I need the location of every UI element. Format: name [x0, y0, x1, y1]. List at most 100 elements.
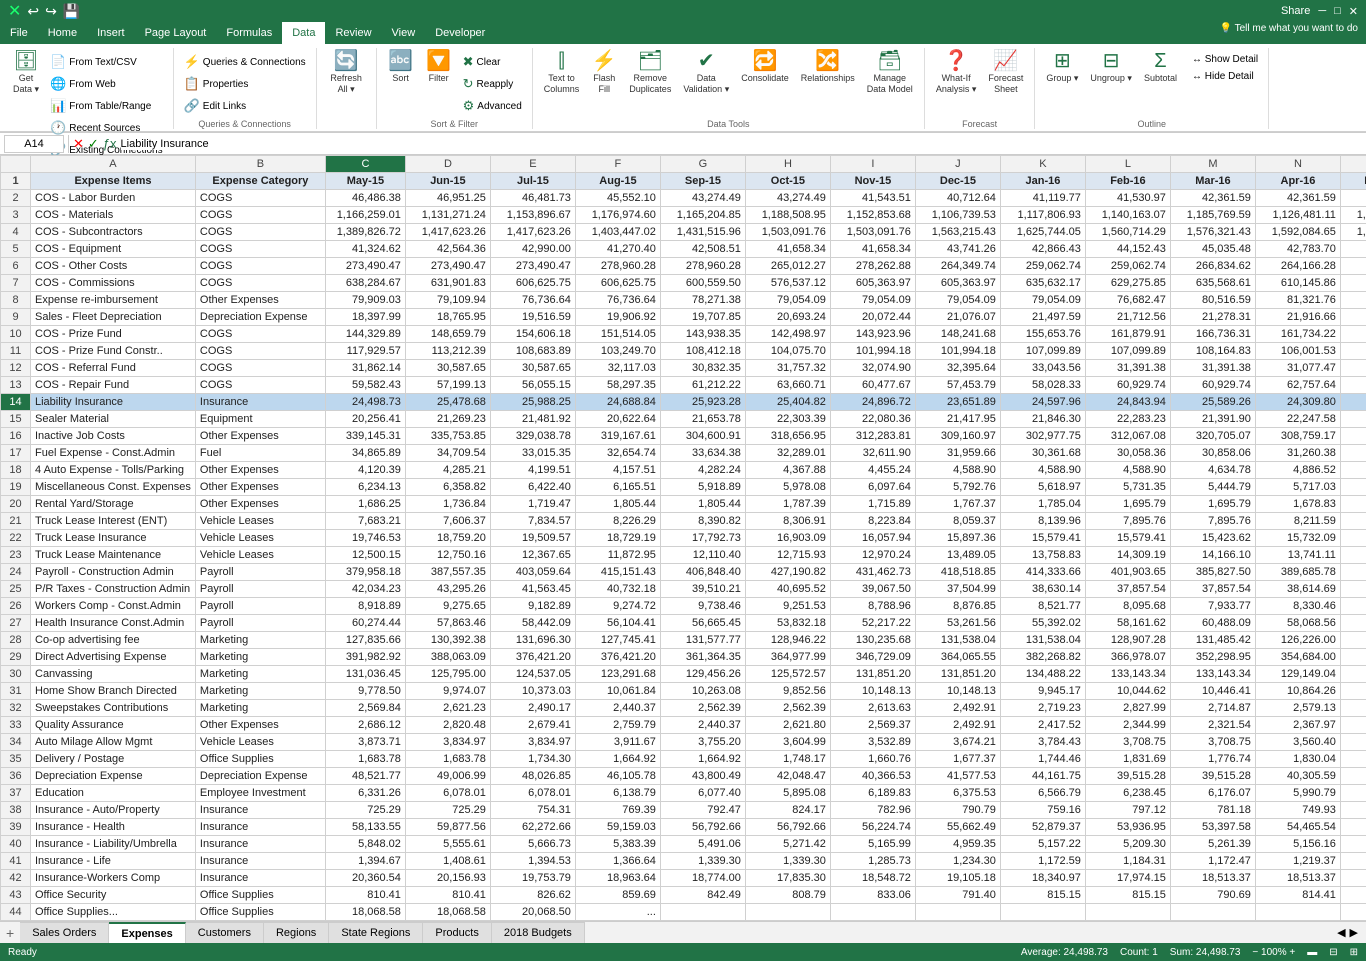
table-cell[interactable]: 781.18 — [1170, 802, 1255, 819]
table-cell[interactable]: 82,948.19 — [1340, 292, 1366, 309]
table-cell[interactable]: 40,366.53 — [830, 768, 915, 785]
table-cell[interactable]: 57,199.13 — [405, 377, 490, 394]
table-cell[interactable]: Oct-15 — [745, 173, 830, 190]
table-cell[interactable]: COGS — [195, 258, 325, 275]
table-cell[interactable]: 2,759.79 — [575, 717, 660, 734]
table-cell[interactable]: 256,241.29 — [1340, 258, 1366, 275]
table-cell[interactable]: 124,537.05 — [490, 666, 575, 683]
table-cell[interactable]: 131,577.77 — [660, 632, 745, 649]
table-cell[interactable]: Other Expenses — [195, 717, 325, 734]
table-cell[interactable]: 5,444.79 — [1170, 479, 1255, 496]
table-cell[interactable]: 40,305.59 — [1340, 768, 1366, 785]
table-cell[interactable]: Insurance - Life — [31, 853, 196, 870]
table-row[interactable]: 184 Auto Expense - Tolls/ParkingOther Ex… — [1, 462, 1366, 479]
table-cell[interactable]: Rental Yard/Storage — [31, 496, 196, 513]
table-cell[interactable]: 148,659.79 — [405, 326, 490, 343]
table-cell[interactable]: 2,440.37 — [660, 717, 745, 734]
table-cell[interactable]: Payroll — [195, 581, 325, 598]
table-cell[interactable]: 6,422.40 — [490, 479, 575, 496]
table-cell[interactable]: 19,906.92 — [575, 309, 660, 326]
table-cell[interactable]: 2,621.80 — [745, 717, 830, 734]
table-cell[interactable]: 1,776.74 — [1170, 751, 1255, 768]
table-cell[interactable]: 21,481.92 — [490, 411, 575, 428]
clear-button[interactable]: ✖ Clear — [459, 52, 526, 72]
table-cell[interactable]: 5,717.03 — [1255, 479, 1340, 496]
table-cell[interactable]: 8,918.89 — [325, 598, 405, 615]
table-cell[interactable]: 42,361.59 — [1170, 190, 1255, 207]
col-header-o[interactable]: O — [1340, 156, 1366, 173]
table-cell[interactable]: 24,498.73 — [325, 394, 405, 411]
table-cell[interactable]: 151,514.05 — [575, 326, 660, 343]
table-row[interactable]: 33Quality AssuranceOther Expenses2,686.1… — [1, 717, 1366, 734]
table-cell[interactable]: 21,391.90 — [1170, 411, 1255, 428]
table-cell[interactable]: 5,930.88 — [1340, 785, 1366, 802]
table-cell[interactable]: 7,895.76 — [1170, 513, 1255, 530]
remove-duplicates-button[interactable]: 🗂 RemoveDuplicates — [624, 48, 676, 98]
table-cell[interactable]: 23,651.89 — [915, 394, 1000, 411]
table-cell[interactable]: 8,223.84 — [830, 513, 915, 530]
table-cell[interactable]: 1,117,806.93 — [1000, 207, 1085, 224]
table-cell[interactable]: Truck Lease Interest (ENT) — [31, 513, 196, 530]
properties-button[interactable]: 📋 Properties — [180, 74, 310, 94]
table-cell[interactable]: 81,321.76 — [1255, 292, 1340, 309]
table-cell[interactable]: 2,569.37 — [830, 717, 915, 734]
table-cell[interactable]: 339,145.31 — [325, 428, 405, 445]
table-row[interactable]: 4COS - SubcontractorsCOGS1,389,826.721,4… — [1, 224, 1366, 241]
add-sheet-button[interactable]: + — [0, 925, 20, 941]
table-cell[interactable]: 792.47 — [660, 802, 745, 819]
table-cell[interactable]: Insurance-Workers Comp — [31, 870, 196, 887]
page-break-view-icon[interactable]: ⊞ — [1350, 947, 1358, 958]
table-cell[interactable]: 31,260.38 — [1255, 445, 1340, 462]
table-cell[interactable]: 1,394.53 — [490, 853, 575, 870]
table-cell[interactable]: 130,235.68 — [830, 632, 915, 649]
table-cell[interactable]: 631,901.83 — [405, 275, 490, 292]
table-cell[interactable]: 20,693.24 — [745, 309, 830, 326]
table-cell[interactable]: 12,500.15 — [325, 547, 405, 564]
table-cell[interactable]: 46,481.73 — [490, 190, 575, 207]
table-row[interactable]: 35Delivery / PostageOffice Supplies1,683… — [1, 751, 1366, 768]
table-cell[interactable]: 24,066.70 — [1340, 394, 1366, 411]
table-cell[interactable]: 4,634.78 — [1170, 462, 1255, 479]
table-cell[interactable]: 638,284.67 — [325, 275, 405, 292]
table-cell[interactable]: Payroll - Construction Admin — [31, 564, 196, 581]
table-row[interactable]: 28Co-op advertising feeMarketing127,835.… — [1, 632, 1366, 649]
table-cell[interactable]: 17,974.15 — [1085, 870, 1170, 887]
table-cell[interactable]: 56,792.66 — [745, 819, 830, 836]
col-header-e[interactable]: E — [490, 156, 575, 173]
table-cell[interactable]: 5,271.42 — [745, 836, 830, 853]
table-cell[interactable]: 5,618.97 — [1000, 479, 1085, 496]
table-cell[interactable]: 41,658.34 — [830, 241, 915, 258]
table-cell[interactable]: 58,442.09 — [490, 615, 575, 632]
table-cell[interactable]: 344,724.52 — [1340, 649, 1366, 666]
table-cell[interactable]: 43,274.49 — [660, 190, 745, 207]
table-cell[interactable]: 161,734.22 — [1255, 326, 1340, 343]
table-cell[interactable]: 293,321.21 — [1340, 428, 1366, 445]
table-cell[interactable]: 2,679.41 — [490, 717, 575, 734]
table-cell[interactable]: COGS — [195, 275, 325, 292]
table-cell[interactable]: 108,412.18 — [660, 343, 745, 360]
table-cell[interactable]: 22,303.39 — [745, 411, 830, 428]
table-cell[interactable]: 1,153,896.67 — [490, 207, 575, 224]
table-cell[interactable]: 5,310.85 — [1340, 836, 1366, 853]
table-cell[interactable]: 41,119.77 — [1000, 190, 1085, 207]
table-cell[interactable]: 1,683.78 — [405, 751, 490, 768]
table-cell[interactable]: 32,289.01 — [745, 445, 830, 462]
table-cell[interactable]: 6,358.82 — [405, 479, 490, 496]
table-cell[interactable]: Office Security — [31, 887, 196, 904]
table-row[interactable]: 25P/R Taxes - Construction AdminPayroll4… — [1, 581, 1366, 598]
table-cell[interactable]: 127,745.41 — [575, 632, 660, 649]
normal-view-icon[interactable]: ▬ — [1307, 947, 1317, 958]
table-row[interactable]: 11COS - Prize Fund Constr..COGS117,929.5… — [1, 343, 1366, 360]
table-cell[interactable]: 1,403,447.02 — [575, 224, 660, 241]
table-cell[interactable]: COS - Prize Fund Constr.. — [31, 343, 196, 360]
table-cell[interactable]: 309,160.97 — [915, 428, 1000, 445]
table-cell[interactable]: 41,563.45 — [490, 581, 575, 598]
table-cell[interactable]: 154,606.18 — [490, 326, 575, 343]
tab-data[interactable]: Data — [282, 22, 325, 44]
table-cell[interactable]: 25,404.82 — [745, 394, 830, 411]
table-cell[interactable]: 1,745.99 — [1340, 496, 1366, 513]
table-cell[interactable]: 30,832.35 — [660, 360, 745, 377]
table-cell[interactable]: 6,566.79 — [1000, 785, 1085, 802]
data-validation-button[interactable]: ✔ DataValidation ▾ — [678, 48, 734, 98]
table-cell[interactable]: 1,560,714.29 — [1085, 224, 1170, 241]
